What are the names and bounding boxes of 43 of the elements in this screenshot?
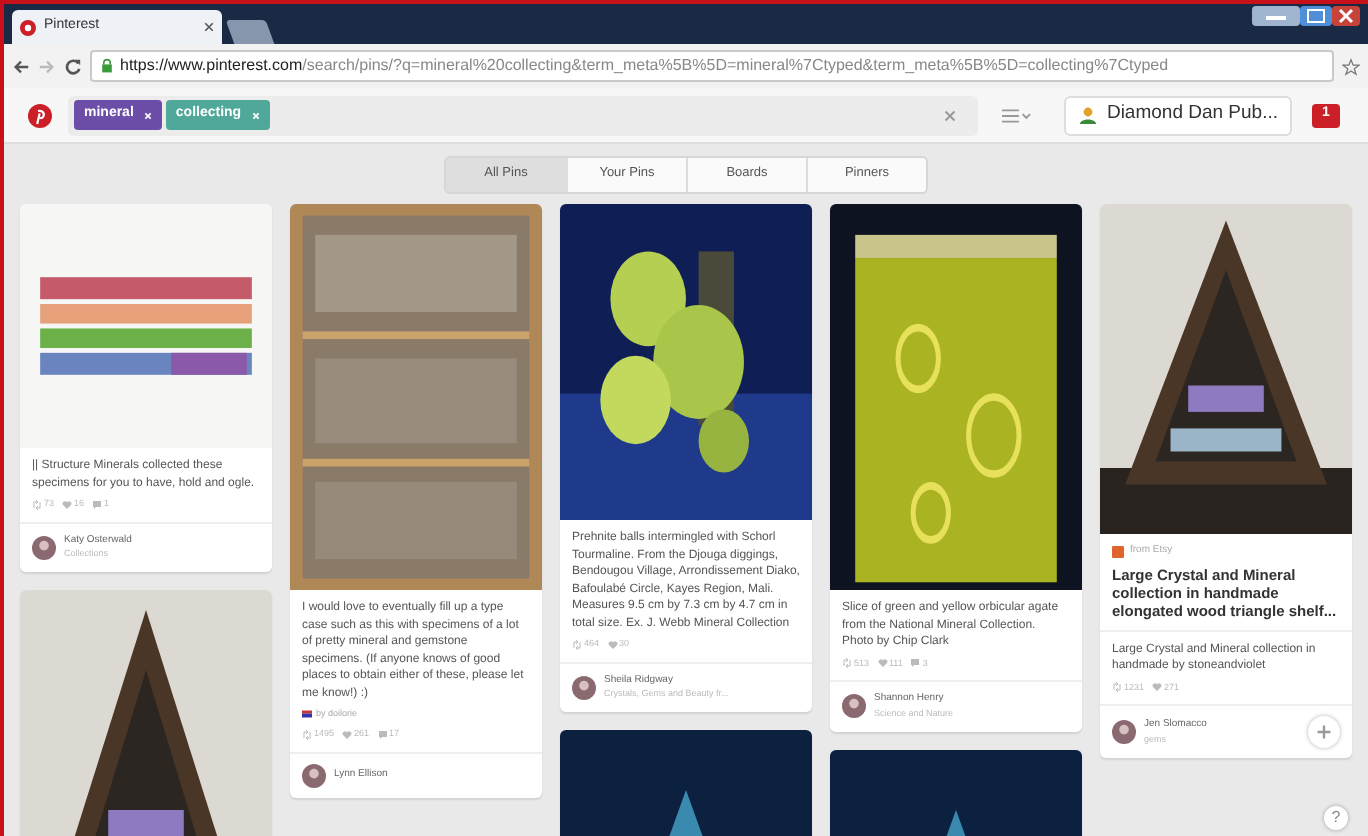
back-icon xyxy=(12,57,30,75)
add-icon xyxy=(1316,724,1332,741)
clear-icon xyxy=(944,109,957,121)
avatar-icon xyxy=(302,763,326,787)
flag-icon xyxy=(302,710,312,719)
comment-icon xyxy=(910,658,921,669)
profile-button[interactable]: Diamond Dan Pub... xyxy=(1064,95,1292,135)
user-avatar-icon xyxy=(1078,105,1099,125)
bookmark-star-icon xyxy=(1342,57,1360,75)
close-icon xyxy=(1332,6,1360,26)
url-text: https://www.pinterest.com/search/pins/?q=mineral%20collecting&term_meta%5B%5D=mineral%7Ctyped&term_meta%5B%5D=collecting%7Ctyped xyxy=(120,54,1169,78)
remove-icon xyxy=(143,111,152,119)
pinterest-logo-icon xyxy=(20,19,36,35)
heart-icon xyxy=(342,729,353,740)
repin-icon xyxy=(572,639,582,650)
menu-icon xyxy=(1002,105,1033,125)
repin-icon xyxy=(32,499,42,510)
maximize-icon xyxy=(1300,6,1332,26)
repin-icon xyxy=(1112,682,1122,693)
avatar-icon xyxy=(32,535,56,560)
new-tab-button[interactable] xyxy=(225,20,275,44)
comment-icon xyxy=(92,499,103,510)
heart-icon xyxy=(877,658,888,669)
etsy-icon xyxy=(1112,545,1124,558)
heart-icon xyxy=(62,499,73,510)
minimize-icon xyxy=(1252,6,1300,26)
close-icon xyxy=(204,22,214,32)
avatar-icon xyxy=(1112,720,1136,745)
forward-icon xyxy=(38,57,56,75)
avatar-icon xyxy=(842,694,866,719)
heart-icon xyxy=(1152,682,1163,693)
comment-icon xyxy=(377,729,388,740)
pin-card[interactable] xyxy=(560,204,812,712)
repin-icon xyxy=(302,729,312,740)
reload-icon xyxy=(64,57,82,75)
repin-icon xyxy=(842,658,852,669)
help-button[interactable]: ? xyxy=(1324,806,1348,830)
heart-icon xyxy=(607,639,618,650)
address-bar[interactable]: https://www.pinterest.com/search/pins/?q=mineral%20collecting&term_meta%5B%5D=mineral%7Ctyped&term_meta%5B%5D=collecting%7Ctyped xyxy=(90,50,1334,82)
pinterest-logo-icon xyxy=(28,103,52,127)
lock-icon xyxy=(100,58,114,74)
remove-icon xyxy=(251,111,260,119)
avatar-icon xyxy=(572,675,596,700)
